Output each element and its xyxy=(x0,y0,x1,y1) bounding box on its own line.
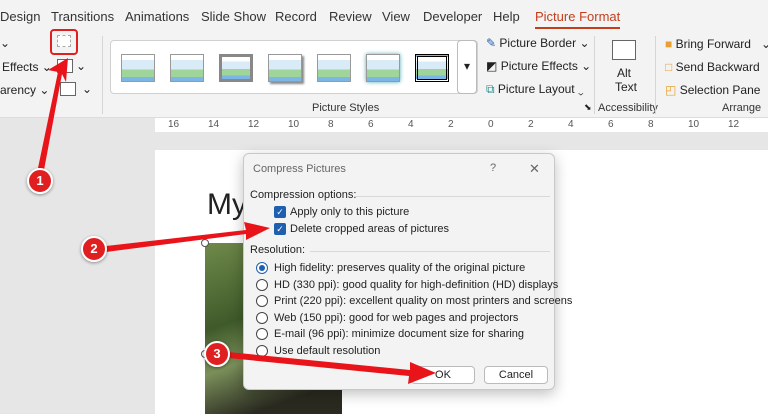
annotation-badge-3: 3 xyxy=(204,341,230,367)
arrow-3 xyxy=(228,352,436,384)
annotation-badge-1: 1 xyxy=(27,168,53,194)
annotation-badge-2: 2 xyxy=(81,236,107,262)
arrow-1 xyxy=(38,58,68,170)
annotation-arrows xyxy=(38,58,436,384)
arrow-2 xyxy=(106,222,270,252)
